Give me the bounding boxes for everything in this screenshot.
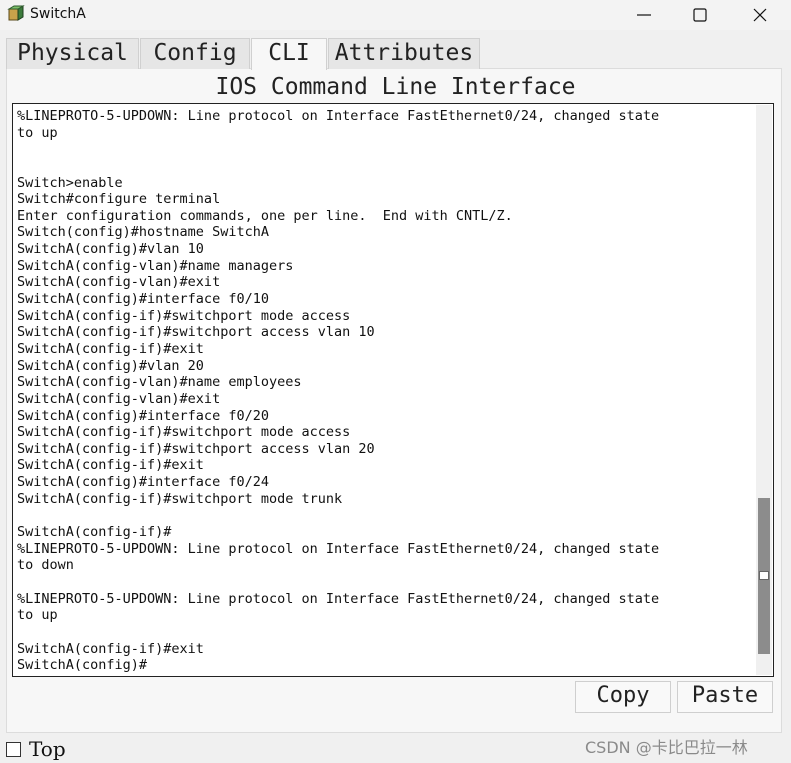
scrollbar-thumb[interactable] <box>758 498 770 654</box>
terminal-line: SwitchA(config-if)#exit <box>17 340 204 357</box>
terminal-line: SwitchA(config-vlan)#exit <box>17 274 221 291</box>
copy-button[interactable]: Copy <box>575 681 671 713</box>
terminal-line: SwitchA(config-if)#switchport mode trunk <box>17 490 343 507</box>
tab-label: CLI <box>268 40 310 66</box>
terminal-line: Switch>enable <box>17 174 123 191</box>
terminal-line: SwitchA(config)# <box>17 657 148 674</box>
terminal-line: SwitchA(config-vlan)#exit <box>17 390 221 407</box>
vertical-scrollbar[interactable] <box>756 105 772 675</box>
panel-title: IOS Command Line Interface <box>215 74 576 100</box>
tab-label: Config <box>153 40 237 66</box>
terminal-line: SwitchA(config)#interface f0/20 <box>17 407 269 424</box>
terminal-line: %LINEPROTO-5-UPDOWN: Line protocol on In… <box>17 590 660 607</box>
maximize-button[interactable] <box>677 0 723 30</box>
terminal-line: SwitchA(config-if)#switchport mode acces… <box>17 307 351 324</box>
terminal-output[interactable]: %LINEPROTO-5-UPDOWN: Line protocol on In… <box>12 103 774 677</box>
paste-button[interactable]: Paste <box>677 681 773 713</box>
terminal-line: SwitchA(config)#interface f0/10 <box>17 291 269 308</box>
terminal-line: SwitchA(config-if)# <box>17 524 172 541</box>
terminal-line: SwitchA(config-vlan)#name managers <box>17 257 294 274</box>
terminal-line: SwitchA(config-if)#exit <box>17 640 204 657</box>
minimize-icon <box>637 14 651 16</box>
tab-config[interactable]: Config <box>140 38 250 69</box>
minimize-button[interactable] <box>621 0 667 30</box>
terminal-line: SwitchA(config)#interface f0/24 <box>17 474 269 491</box>
terminal-line: Switch#configure terminal <box>17 191 221 208</box>
terminal-line: SwitchA(config)#vlan 10 <box>17 241 204 258</box>
terminal-line: to down <box>17 557 74 574</box>
tab-physical[interactable]: Physical <box>6 38 139 69</box>
close-icon <box>753 8 767 22</box>
tab-attributes[interactable]: Attributes <box>328 38 480 69</box>
title-bar: SwitchA <box>0 0 791 30</box>
maximize-icon <box>693 8 707 22</box>
terminal-line: Switch(config)#hostname SwitchA <box>17 224 269 241</box>
terminal-line: SwitchA(config-vlan)#name employees <box>17 374 302 391</box>
terminal-line: to up <box>17 124 58 141</box>
terminal-line: Enter configuration commands, one per li… <box>17 207 513 224</box>
tab-label: Attributes <box>334 40 474 66</box>
window-title: SwitchA <box>30 6 86 22</box>
copy-button-label: Copy <box>596 683 650 708</box>
terminal-text: %LINEPROTO-5-UPDOWN: Line protocol on In… <box>17 108 753 674</box>
terminal-line: %LINEPROTO-5-UPDOWN: Line protocol on In… <box>17 108 660 124</box>
scrollbar-grip-icon <box>759 571 769 580</box>
switch-app-icon <box>7 5 25 21</box>
top-checkbox-label: Top <box>29 737 66 761</box>
watermark: CSDN @卡比巴拉一林 <box>585 738 748 757</box>
terminal-line: to up <box>17 607 58 624</box>
terminal-line: SwitchA(config)#vlan 20 <box>17 357 204 374</box>
paste-button-label: Paste <box>691 683 759 708</box>
terminal-line: SwitchA(config-if)#switchport mode acces… <box>17 424 351 441</box>
terminal-line: SwitchA(config-if)#switchport access vla… <box>17 324 375 341</box>
terminal-line: %LINEPROTO-5-UPDOWN: Line protocol on In… <box>17 540 660 557</box>
close-button[interactable] <box>737 0 783 30</box>
tab-label: Physical <box>17 40 128 66</box>
top-checkbox[interactable] <box>6 742 21 757</box>
tab-cli[interactable]: CLI <box>251 38 327 70</box>
terminal-line: SwitchA(config-if)#exit <box>17 457 204 474</box>
terminal-line: SwitchA(config-if)#switchport access vla… <box>17 440 375 457</box>
